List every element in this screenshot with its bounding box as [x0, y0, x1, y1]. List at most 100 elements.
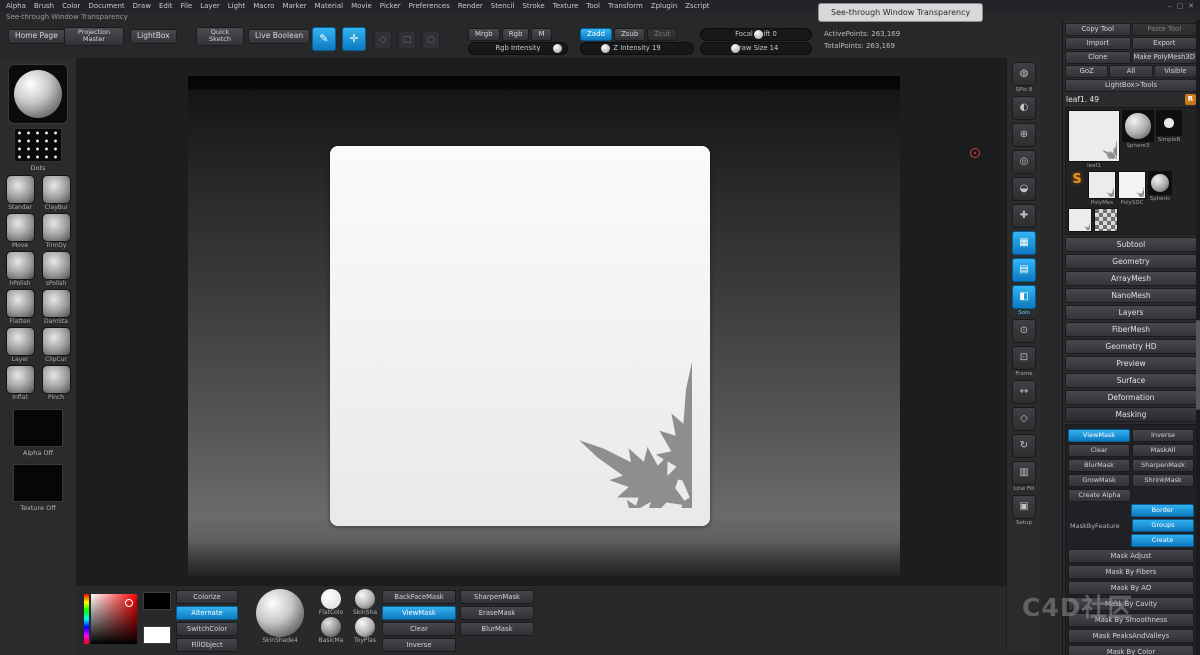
- masking-shrinkmask-button[interactable]: ShrinkMask: [1132, 474, 1194, 487]
- tool-thumb-sphere3[interactable]: Sphere3: [1122, 110, 1154, 149]
- paint-mode-m[interactable]: M: [531, 28, 551, 41]
- material-skinsha[interactable]: SkinSha: [350, 588, 380, 616]
- z-intensity-slider[interactable]: Z Intensity 19: [580, 42, 694, 55]
- brush-clipcur[interactable]: ClipCur: [40, 327, 72, 364]
- material-toyplas[interactable]: ToyPlas: [350, 616, 380, 644]
- tool-thumb-s-logo-3[interactable]: S: [1068, 171, 1086, 189]
- menu-item-edit[interactable]: Edit: [159, 2, 173, 10]
- section-deformation[interactable]: Deformation: [1065, 390, 1197, 405]
- brush-damsta[interactable]: DamSta: [40, 289, 72, 326]
- menu-item-stencil[interactable]: Stencil: [491, 2, 515, 10]
- masking-blurmask-button[interactable]: BlurMask: [1068, 459, 1130, 472]
- shelf-solo-icon[interactable]: ◧Solo: [1012, 285, 1036, 316]
- menu-item-transform[interactable]: Transform: [608, 2, 643, 10]
- masking-mask-peaksandvalleys-button[interactable]: Mask PeaksAndValleys: [1068, 629, 1194, 643]
- shelf-floor-icon[interactable]: ▤: [1012, 258, 1036, 282]
- material-flatcolo[interactable]: FlatColo: [316, 588, 346, 616]
- menu-item-picker[interactable]: Picker: [380, 2, 401, 10]
- draw-brush-icon[interactable]: ✎: [312, 27, 336, 51]
- menu-item-macro[interactable]: Macro: [253, 2, 274, 10]
- quick-sketch-button[interactable]: Quick Sketch: [196, 27, 244, 46]
- masking-viewmask-button[interactable]: ViewMask: [1068, 429, 1130, 442]
- document-area[interactable]: [188, 76, 900, 576]
- menu-item-tool[interactable]: Tool: [586, 2, 600, 10]
- menu-item-render[interactable]: Render: [458, 2, 483, 10]
- menu-item-alpha[interactable]: Alpha: [6, 2, 26, 10]
- create-button[interactable]: Create: [1131, 534, 1194, 547]
- shelf-actual-icon[interactable]: ◎: [1012, 150, 1036, 174]
- brush-inflat[interactable]: Inflat: [4, 365, 36, 402]
- projection-master-button[interactable]: Projection Master: [64, 27, 124, 46]
- section-preview[interactable]: Preview: [1065, 356, 1197, 371]
- section-geometry[interactable]: Geometry: [1065, 254, 1197, 269]
- masking-mask-by-smoothness-button[interactable]: Mask By Smoothness: [1068, 613, 1194, 627]
- brush-hpolish[interactable]: hPolish: [4, 251, 36, 288]
- current-material-preview[interactable]: [8, 64, 68, 124]
- mask-inverse-button[interactable]: Inverse: [382, 638, 456, 652]
- masking-mask-adjust-button[interactable]: Mask Adjust: [1068, 549, 1194, 563]
- section-fibermesh[interactable]: FiberMesh: [1065, 322, 1197, 337]
- menu-item-zscript[interactable]: Zscript: [685, 2, 709, 10]
- mask-clear-button[interactable]: Clear: [382, 622, 456, 636]
- colorize-button[interactable]: Colorize: [176, 590, 238, 604]
- shelf-magnify-icon[interactable]: ⊙: [1012, 319, 1036, 343]
- shelf-frame-icon[interactable]: ⊡Frame: [1012, 346, 1036, 377]
- sculpt-mode-zcut[interactable]: Zcut: [647, 28, 677, 41]
- groups-button[interactable]: Groups: [1132, 519, 1194, 532]
- main-color-swatch[interactable]: [143, 592, 171, 610]
- mask-blurmask-button[interactable]: BlurMask: [460, 622, 534, 636]
- tool-thumb-polymes[interactable]: PolyMes: [1088, 171, 1116, 206]
- menu-item-texture[interactable]: Texture: [553, 2, 579, 10]
- brush-trimdy[interactable]: TrimDy: [40, 213, 72, 250]
- brush-claybui[interactable]: ClayBui: [40, 175, 72, 212]
- brush-flatten[interactable]: Flatten: [4, 289, 36, 326]
- draw-size-slider[interactable]: Draw Size 14: [700, 42, 812, 55]
- gyro-icon-0[interactable]: ◇: [374, 31, 392, 49]
- shelf-setup-icon[interactable]: ▣Setup: [1012, 495, 1036, 526]
- copy-tool-button[interactable]: Copy Tool: [1065, 23, 1131, 36]
- masking-clear-button[interactable]: Clear: [1068, 444, 1130, 457]
- masking-mask-by-ao-button[interactable]: Mask By AO: [1068, 581, 1194, 595]
- shelf-pan-icon[interactable]: ✚: [1012, 204, 1036, 228]
- goz-button[interactable]: GoZ: [1065, 65, 1108, 78]
- shelf-aa-half-icon[interactable]: ◒: [1012, 177, 1036, 201]
- tool-thumb-spheric[interactable]: Spheric: [1148, 171, 1172, 202]
- menu-item-color[interactable]: Color: [62, 2, 80, 10]
- window-button-0[interactable]: –: [1168, 2, 1172, 10]
- stroke-dots-preview[interactable]: [14, 128, 62, 162]
- masking-mask-by-color-button[interactable]: Mask By Color: [1068, 645, 1194, 655]
- menu-item-marker[interactable]: Marker: [282, 2, 306, 10]
- shelf-scroll-icon[interactable]: ◐: [1012, 96, 1036, 120]
- shelf-line-fill-icon[interactable]: ▥Line Fill: [1012, 461, 1036, 492]
- paste-tool-button[interactable]: Paste Tool: [1132, 23, 1198, 36]
- canvas[interactable]: [76, 58, 1006, 585]
- menu-item-stroke[interactable]: Stroke: [522, 2, 544, 10]
- shelf-rotate-icon[interactable]: ↻: [1012, 434, 1036, 458]
- masking-maskall-button[interactable]: MaskAll: [1132, 444, 1194, 457]
- live-boolean-button[interactable]: Live Boolean: [248, 29, 310, 44]
- tool-thumb-leaf1[interactable]: leaf1: [1068, 110, 1120, 169]
- clone-button[interactable]: Clone: [1065, 51, 1131, 64]
- shelf-spix-icon[interactable]: ◍SPix 8: [1012, 62, 1036, 93]
- export-button[interactable]: Export: [1132, 37, 1198, 50]
- import-button[interactable]: Import: [1065, 37, 1131, 50]
- mask-backfacemask-button[interactable]: BackFaceMask: [382, 590, 456, 604]
- brush-pinch[interactable]: Pinch: [40, 365, 72, 402]
- section-surface[interactable]: Surface: [1065, 373, 1197, 388]
- shelf-zoom-icon[interactable]: ⊕: [1012, 123, 1036, 147]
- all-button[interactable]: All: [1109, 65, 1152, 78]
- make-polymesh3d-button[interactable]: Make PolyMesh3D: [1132, 51, 1198, 64]
- dock-scrollbar-thumb[interactable]: [1196, 320, 1200, 410]
- texture-off-tile[interactable]: [13, 464, 63, 502]
- masking-inverse-button[interactable]: Inverse: [1132, 429, 1194, 442]
- tool-thumb-polysdc[interactable]: PolySDC: [1118, 171, 1146, 206]
- section-masking[interactable]: Masking: [1065, 407, 1197, 422]
- masking-mask-by-cavity-button[interactable]: Mask By Cavity: [1068, 597, 1194, 611]
- secondary-color-swatch[interactable]: [143, 626, 171, 644]
- hue-strip[interactable]: [84, 594, 89, 644]
- alpha-off-tile[interactable]: [13, 409, 63, 447]
- menu-item-light[interactable]: Light: [228, 2, 245, 10]
- menu-item-zplugin[interactable]: Zplugin: [651, 2, 677, 10]
- material-basicma[interactable]: BasicMa: [316, 616, 346, 644]
- section-arraymesh[interactable]: ArrayMesh: [1065, 271, 1197, 286]
